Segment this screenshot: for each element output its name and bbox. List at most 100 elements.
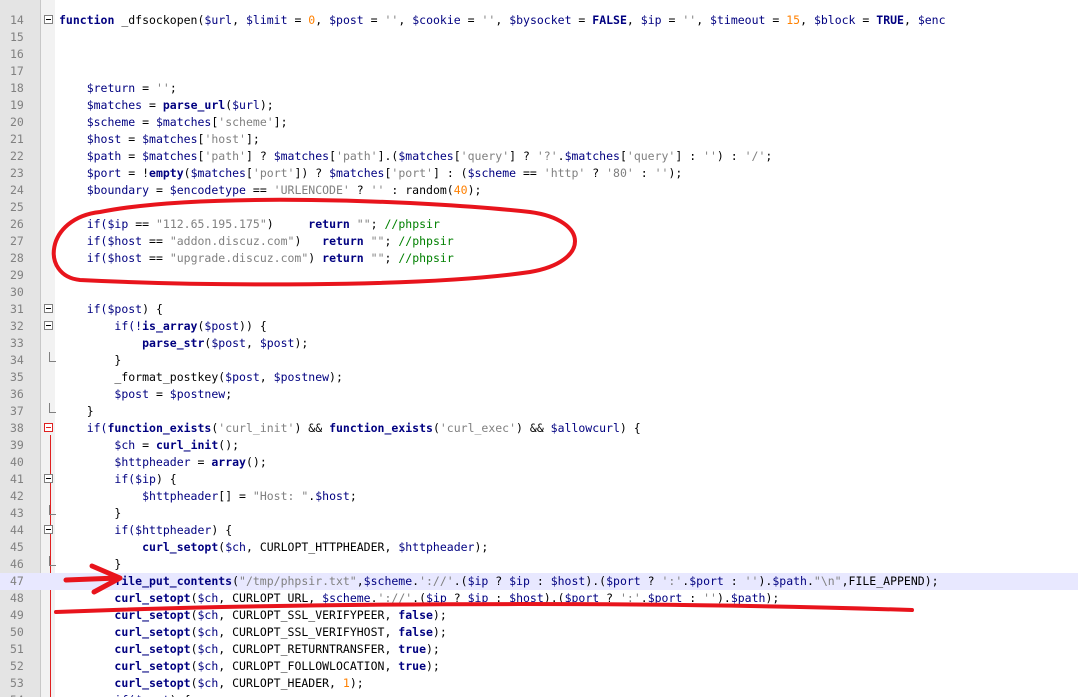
code-line[interactable]: 42 $httpheader[] = "Host: ".$host; (0, 488, 1078, 505)
code-line[interactable]: 48 curl_setopt($ch, CURLOPT_URL, $scheme… (0, 590, 1078, 607)
code-line[interactable]: 49 curl_setopt($ch, CURLOPT_SSL_VERIFYPE… (0, 607, 1078, 624)
code-token: return (322, 234, 364, 248)
code-line[interactable]: 38 if(function_exists('curl_init') && fu… (0, 420, 1078, 437)
code-token: "\n" (813, 574, 842, 588)
code-line[interactable]: 27 if($host == "addon.discuz.com") retur… (0, 233, 1078, 250)
code-token: , (356, 574, 364, 588)
code-line[interactable]: 16 (0, 46, 1078, 63)
code-line[interactable]: 44 if($httpheader) { (0, 522, 1078, 539)
code-token: ].( (377, 149, 399, 163)
code-line[interactable]: 35 _format_postkey($post, $postnew); (0, 369, 1078, 386)
code-text: if($ip == "112.65.195.175") return ""; /… (59, 216, 440, 233)
code-line[interactable]: 25 (0, 199, 1078, 216)
code-line[interactable]: 17 (0, 63, 1078, 80)
code-line[interactable]: 51 curl_setopt($ch, CURLOPT_RETURNTRANSF… (0, 641, 1078, 658)
code-line[interactable]: 47 file_put_contents("/tmp/phpsir.txt",$… (0, 573, 1078, 590)
code-token: if( (86, 234, 108, 248)
code-token: $path (772, 574, 807, 588)
code-line[interactable]: 23 $port = !empty($matches['port']) ? $m… (0, 165, 1078, 182)
code-token: ); (432, 625, 447, 639)
code-token: if( (114, 523, 136, 537)
code-token: 'path' (204, 149, 246, 163)
code-line[interactable]: 53 curl_setopt($ch, CURLOPT_HEADER, 1); (0, 675, 1078, 692)
fold-box-icon[interactable] (44, 423, 53, 432)
code-line[interactable]: 36 $post = $postnew; (0, 386, 1078, 403)
code-token: '' (703, 149, 717, 163)
code-token: ) && (516, 421, 551, 435)
code-line[interactable]: 43 } (0, 505, 1078, 522)
code-token: )) { (239, 319, 267, 333)
code-line[interactable]: 46 } (0, 556, 1078, 573)
fold-box-icon[interactable] (44, 15, 53, 24)
line-number: 38 (10, 421, 24, 435)
code-token: $boundary (86, 183, 150, 197)
code-line[interactable]: 31 if($post) { (0, 301, 1078, 318)
code-text: curl_setopt($ch, CURLOPT_RETURNTRANSFER,… (59, 641, 439, 658)
code-line[interactable]: 41 if($ip) { (0, 471, 1078, 488)
code-line[interactable]: 30 (0, 284, 1078, 301)
code-token: $ch (197, 625, 219, 639)
code-line[interactable]: 37 } (0, 403, 1078, 420)
code-line[interactable]: 54 if($post) { (0, 692, 1078, 697)
code-token: curl_setopt (142, 540, 219, 554)
code-token: $block (813, 13, 856, 27)
code-text: $httpheader[] = "Host: ".$host; (59, 488, 357, 505)
code-line[interactable]: 39 $ch = curl_init(); (0, 437, 1078, 454)
code-token: : (682, 591, 704, 605)
code-line[interactable]: 21 $host = $matches['host']; (0, 131, 1078, 148)
fold-box-icon[interactable] (44, 321, 53, 330)
code-line[interactable]: 33 parse_str($post, $post); (0, 335, 1078, 352)
code-line[interactable]: 14 function _dfsockopen($url, $limit = 0,… (0, 12, 1078, 29)
code-token: , (232, 13, 246, 27)
fold-box-icon[interactable] (44, 304, 53, 313)
code-text: } (59, 505, 121, 522)
code-token: if( (114, 693, 135, 697)
code-token: = (121, 132, 143, 146)
code-token: $scheme (467, 166, 517, 180)
code-line[interactable]: 19 $matches = parse_url($url); (0, 97, 1078, 114)
code-token: false (398, 608, 433, 622)
code-token: 'port' (252, 166, 295, 180)
code-line[interactable]: 50 curl_setopt($ch, CURLOPT_SSL_VERIFYHO… (0, 624, 1078, 641)
code-token: file_put_contents (114, 574, 233, 588)
code-token: = (149, 387, 170, 401)
code-line[interactable]: 32 if(!is_array($post)) { (0, 318, 1078, 335)
code-line[interactable]: 20 $scheme = $matches['scheme']; (0, 114, 1078, 131)
fold-box-icon[interactable] (44, 525, 53, 534)
code-line[interactable]: 52 curl_setopt($ch, CURLOPT_FOLLOWLOCATI… (0, 658, 1078, 675)
code-token: = (460, 13, 482, 27)
code-editor[interactable]: 14 function _dfsockopen($url, $limit = 0,… (0, 0, 1078, 697)
code-token: '' (370, 183, 385, 197)
fold-box-icon[interactable] (44, 474, 53, 483)
code-token: , CURLOPT_SSL_VERIFYHOST, (218, 625, 399, 639)
code-line[interactable]: 29 (0, 267, 1078, 284)
code-line[interactable]: 24 $boundary = $encodetype == 'URLENCODE… (0, 182, 1078, 199)
code-line[interactable]: 18 $return = ''; (0, 80, 1078, 97)
code-token: $port (689, 574, 724, 588)
code-token: //phpsir (398, 251, 454, 265)
code-text: curl_setopt($ch, CURLOPT_SSL_VERIFYHOST,… (59, 624, 447, 641)
code-line[interactable]: 26 if($ip == "112.65.195.175") return ""… (0, 216, 1078, 233)
code-token: $encodetype (169, 183, 246, 197)
code-line[interactable]: 45 curl_setopt($ch, CURLOPT_HTTPHEADER, … (0, 539, 1078, 556)
code-line[interactable]: 15 (0, 29, 1078, 46)
code-token: '/' (744, 149, 766, 163)
code-token: $postnew (273, 370, 330, 384)
code-line[interactable]: 28 if($host == "upgrade.discuz.com") ret… (0, 250, 1078, 267)
line-number: 26 (10, 217, 24, 231)
code-token: , CURLOPT_RETURNTRANSFER, (218, 642, 399, 656)
code-line[interactable]: 22 $path = $matches['path'] ? $matches['… (0, 148, 1078, 165)
code-token: 40 (453, 183, 468, 197)
code-token: "" (370, 234, 385, 248)
code-line[interactable]: 40 $httpheader = array(); (0, 454, 1078, 471)
code-line[interactable]: 34 } (0, 352, 1078, 369)
